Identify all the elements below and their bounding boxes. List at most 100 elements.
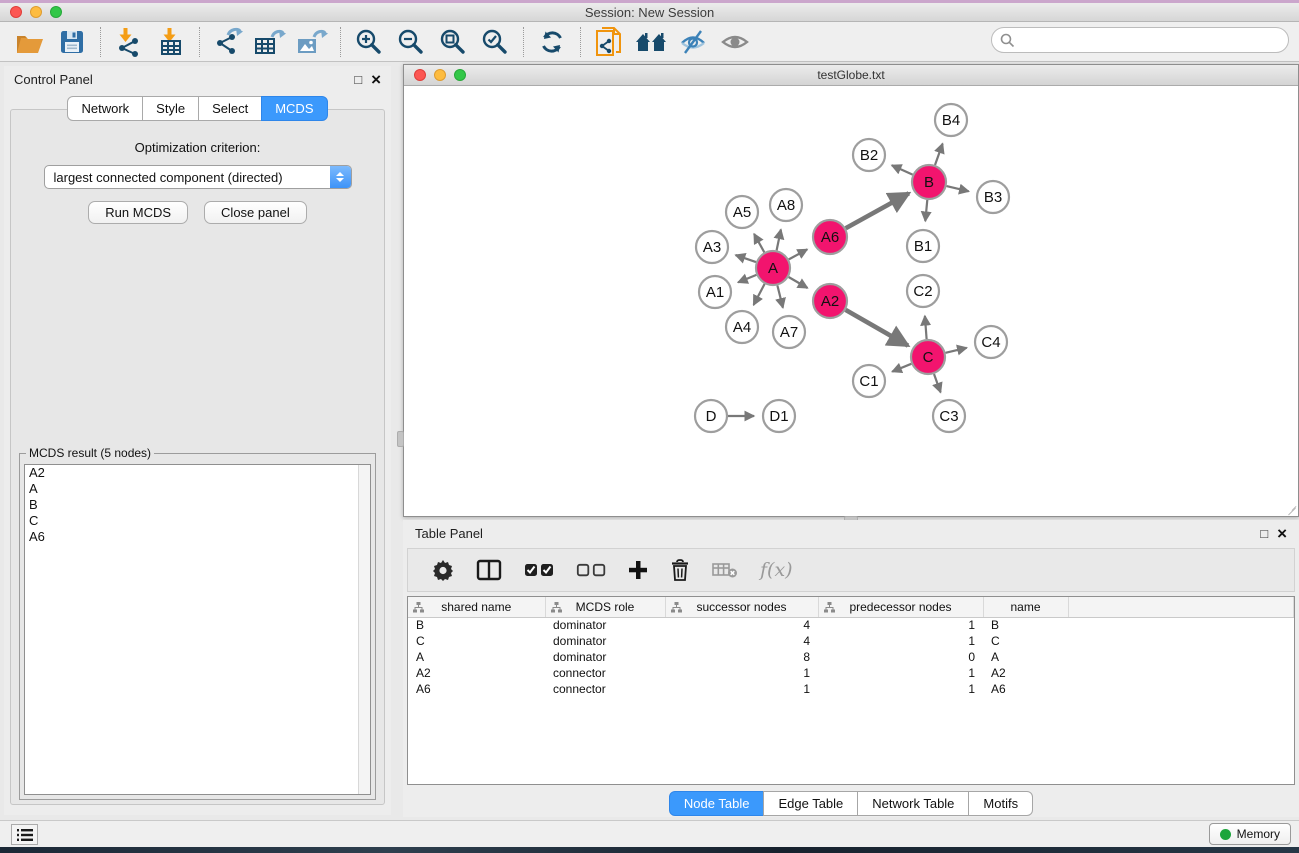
column-header-shared-name[interactable]: shared name bbox=[408, 597, 545, 617]
mcds-result-list[interactable]: A2ABCA6 bbox=[24, 464, 371, 795]
scrollbar[interactable] bbox=[358, 465, 370, 794]
column-header-predecessor-nodes[interactable]: predecessor nodes bbox=[818, 597, 983, 617]
resize-grip[interactable] bbox=[1286, 503, 1297, 514]
edge-A-A7[interactable] bbox=[777, 286, 783, 308]
node-C[interactable]: C bbox=[911, 340, 945, 374]
network-graph[interactable]: AA1A2A3A4A5A6A7A8BB1B2B3B4CC1C2C3C4DD1 bbox=[404, 86, 1298, 515]
split-columns-icon[interactable] bbox=[476, 559, 502, 581]
mcds-result-item[interactable]: C bbox=[25, 513, 370, 529]
trash-icon[interactable] bbox=[670, 559, 690, 581]
tab-network[interactable]: Network bbox=[67, 96, 143, 121]
node-A[interactable]: A bbox=[756, 251, 790, 285]
split-divider-handle[interactable] bbox=[397, 431, 404, 447]
edge-A-A6[interactable] bbox=[789, 249, 807, 259]
network-canvas[interactable]: AA1A2A3A4A5A6A7A8BB1B2B3B4CC1C2C3C4DD1 bbox=[404, 86, 1298, 515]
node-C1[interactable]: C1 bbox=[853, 365, 885, 397]
node-table[interactable]: shared nameMCDS rolesuccessor nodesprede… bbox=[407, 596, 1295, 785]
mcds-result-item[interactable]: A bbox=[25, 481, 370, 497]
zoom-in-icon[interactable] bbox=[351, 26, 387, 58]
column-header-successor-nodes[interactable]: successor nodes bbox=[665, 597, 818, 617]
network-window-titlebar[interactable]: testGlobe.txt bbox=[404, 65, 1298, 86]
tab-node-table[interactable]: Node Table bbox=[669, 791, 765, 816]
close-table-panel-icon[interactable]: × bbox=[1277, 525, 1287, 542]
export-network-icon[interactable] bbox=[210, 26, 246, 58]
criterion-dropdown[interactable]: largest connected component (directed) bbox=[44, 165, 352, 189]
node-B4[interactable]: B4 bbox=[935, 104, 967, 136]
tab-edge-table[interactable]: Edge Table bbox=[763, 791, 858, 816]
refresh-icon[interactable] bbox=[534, 26, 570, 58]
home-icon[interactable] bbox=[633, 26, 669, 58]
table-row[interactable]: A2connector11A2 bbox=[408, 665, 1294, 681]
search-field[interactable] bbox=[991, 27, 1289, 53]
node-C2[interactable]: C2 bbox=[907, 275, 939, 307]
open-session-icon[interactable] bbox=[12, 26, 48, 58]
edge-B-B4[interactable] bbox=[935, 144, 943, 165]
hide-eye-icon[interactable] bbox=[675, 26, 711, 58]
tab-network-table[interactable]: Network Table bbox=[857, 791, 969, 816]
edge-B-B3[interactable] bbox=[947, 186, 969, 191]
node-A5[interactable]: A5 bbox=[726, 196, 758, 228]
run-mcds-button[interactable]: Run MCDS bbox=[88, 201, 188, 224]
node-A4[interactable]: A4 bbox=[726, 311, 758, 343]
node-C3[interactable]: C3 bbox=[933, 400, 965, 432]
edge-A-A5[interactable] bbox=[754, 234, 764, 252]
node-A6[interactable]: A6 bbox=[813, 220, 847, 254]
table-row[interactable]: Cdominator41C bbox=[408, 633, 1294, 649]
edge-C-C3[interactable] bbox=[934, 374, 941, 392]
zoom-selected-icon[interactable] bbox=[477, 26, 513, 58]
import-network-icon[interactable] bbox=[111, 26, 147, 58]
mcds-result-item[interactable]: B bbox=[25, 497, 370, 513]
mcds-result-item[interactable]: A6 bbox=[25, 529, 370, 545]
search-input[interactable] bbox=[1020, 33, 1288, 48]
table-row[interactable]: A6connector11A6 bbox=[408, 681, 1294, 697]
node-A8[interactable]: A8 bbox=[770, 189, 802, 221]
zoom-out-icon[interactable] bbox=[393, 26, 429, 58]
import-table-icon[interactable] bbox=[153, 26, 189, 58]
network-file-icon[interactable] bbox=[591, 26, 627, 58]
table-row[interactable]: Adominator80A bbox=[408, 649, 1294, 665]
close-panel-icon[interactable]: × bbox=[371, 71, 381, 88]
node-D[interactable]: D bbox=[695, 400, 727, 432]
node-A7[interactable]: A7 bbox=[773, 316, 805, 348]
checked-boxes-icon[interactable] bbox=[524, 562, 554, 578]
close-panel-button[interactable]: Close panel bbox=[204, 201, 307, 224]
tab-mcds[interactable]: MCDS bbox=[261, 96, 327, 121]
column-header-mcds-role[interactable]: MCDS role bbox=[545, 597, 665, 617]
edge-C-C1[interactable] bbox=[892, 364, 911, 372]
edge-B-B1[interactable] bbox=[925, 200, 927, 221]
export-image-icon[interactable] bbox=[294, 26, 330, 58]
node-B[interactable]: B bbox=[912, 165, 946, 199]
gear-icon[interactable] bbox=[432, 559, 454, 581]
node-A1[interactable]: A1 bbox=[699, 276, 731, 308]
edge-C-C2[interactable] bbox=[925, 316, 927, 339]
edge-A-A3[interactable] bbox=[736, 255, 756, 262]
edge-A-A4[interactable] bbox=[754, 284, 765, 305]
node-C4[interactable]: C4 bbox=[975, 326, 1007, 358]
memory-button[interactable]: Memory bbox=[1209, 823, 1291, 845]
zoom-fit-icon[interactable] bbox=[435, 26, 471, 58]
float-panel-icon[interactable]: □ bbox=[354, 73, 362, 86]
unchecked-boxes-icon[interactable] bbox=[576, 562, 606, 578]
node-B2[interactable]: B2 bbox=[853, 139, 885, 171]
eye-icon[interactable] bbox=[717, 26, 753, 58]
export-table-icon[interactable] bbox=[252, 26, 288, 58]
edge-A2-C[interactable] bbox=[846, 310, 908, 346]
save-session-icon[interactable] bbox=[54, 26, 90, 58]
node-A3[interactable]: A3 bbox=[696, 231, 728, 263]
plus-icon[interactable] bbox=[628, 560, 648, 580]
node-B1[interactable]: B1 bbox=[907, 230, 939, 262]
edge-C-C4[interactable] bbox=[946, 348, 967, 353]
node-A2[interactable]: A2 bbox=[813, 284, 847, 318]
edge-A-A1[interactable] bbox=[738, 275, 756, 283]
edge-A6-B[interactable] bbox=[846, 193, 909, 228]
edge-B-B2[interactable] bbox=[892, 165, 913, 174]
tab-select[interactable]: Select bbox=[198, 96, 262, 121]
table-row[interactable]: Bdominator41B bbox=[408, 617, 1294, 633]
node-B3[interactable]: B3 bbox=[977, 181, 1009, 213]
tab-style[interactable]: Style bbox=[142, 96, 199, 121]
task-history-button[interactable] bbox=[11, 824, 38, 845]
tab-motifs[interactable]: Motifs bbox=[968, 791, 1033, 816]
column-header-name[interactable]: name bbox=[983, 597, 1068, 617]
mcds-result-item[interactable]: A2 bbox=[25, 465, 370, 481]
edge-A-A2[interactable] bbox=[789, 277, 808, 288]
